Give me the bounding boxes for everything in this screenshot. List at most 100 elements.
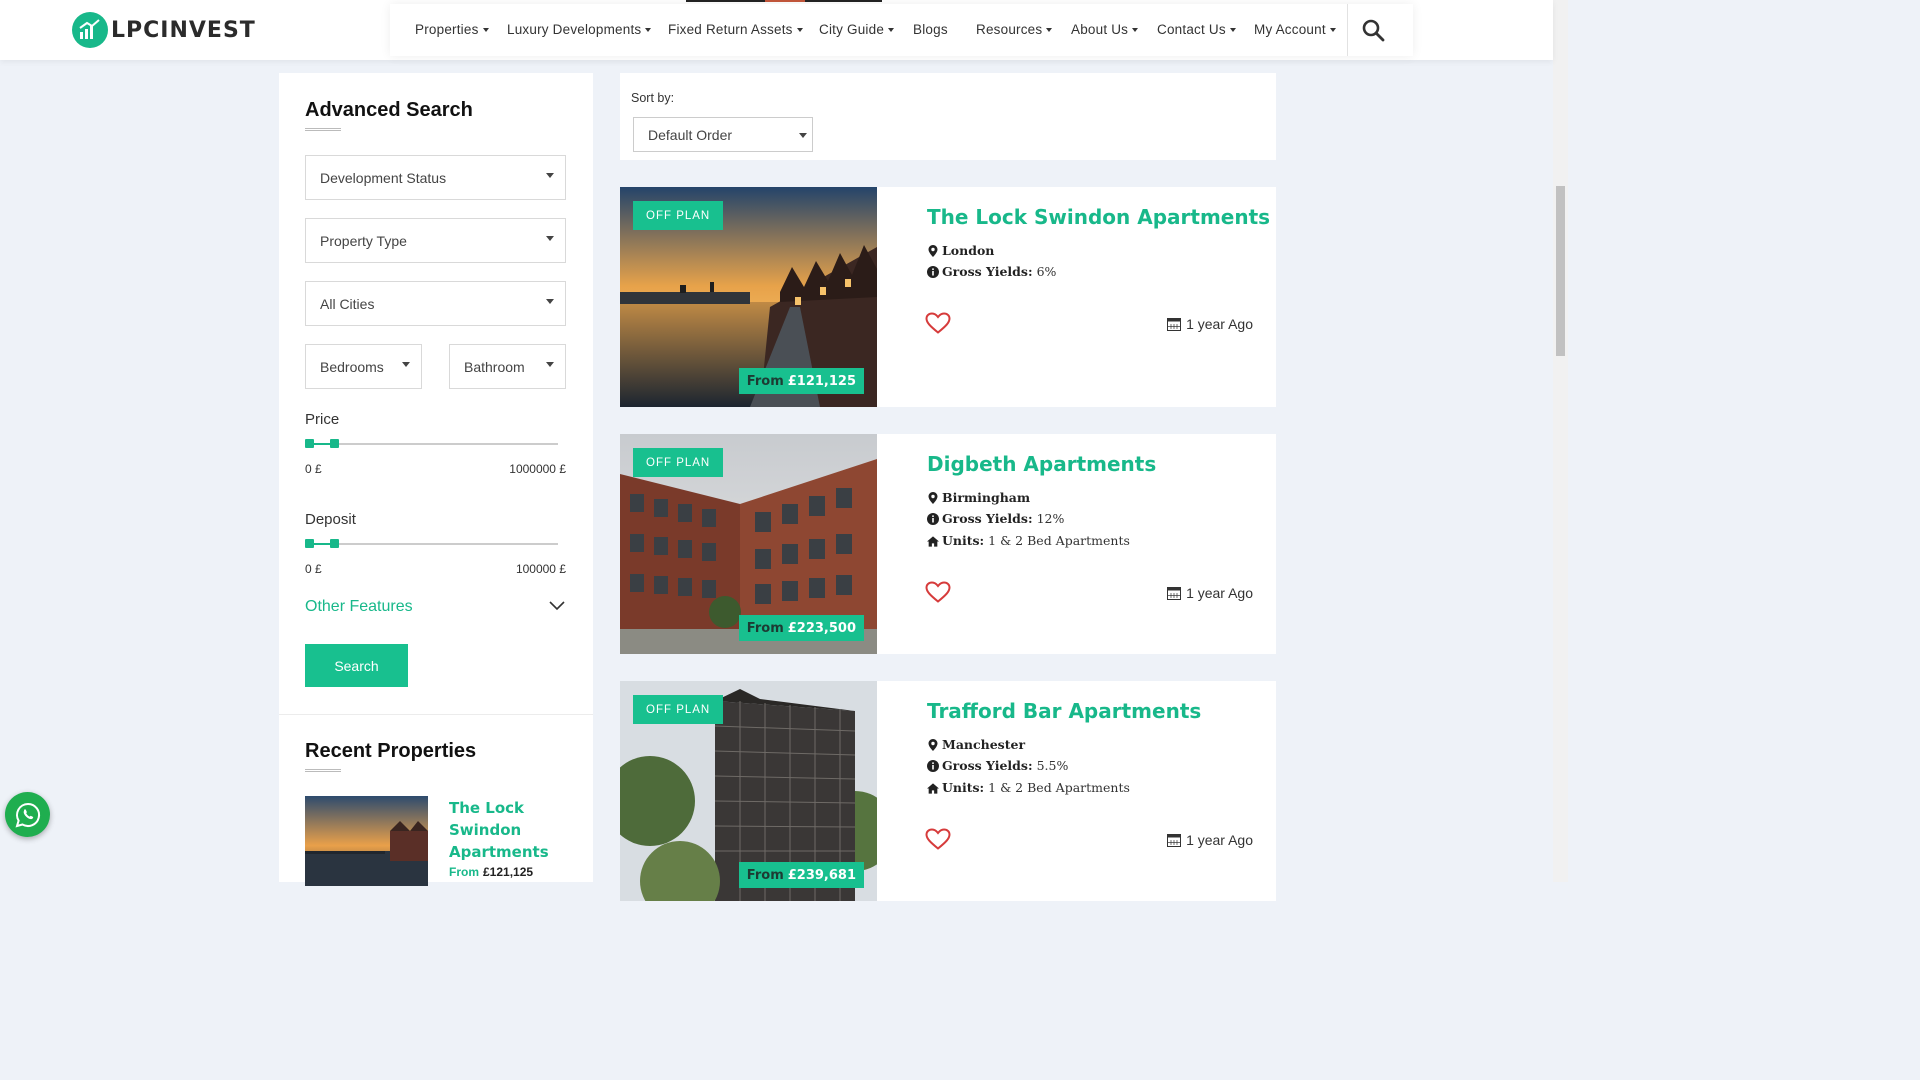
caret-down-icon — [796, 28, 803, 33]
property-yields: Gross Yields: 5.5% — [927, 758, 1068, 773]
sort-select[interactable]: Default Order — [633, 117, 813, 152]
calendar-icon — [1167, 587, 1182, 600]
main-nav: Properties Luxury Developments Fixed Ret… — [390, 0, 1413, 56]
property-title[interactable]: Digbeth Apartments — [927, 452, 1156, 476]
property-location: Birmingham — [927, 490, 1030, 505]
nav-item-properties[interactable]: Properties — [415, 22, 489, 37]
map-pin-icon — [928, 245, 938, 257]
sidebar-divider — [279, 714, 593, 715]
property-image[interactable]: OFF PLAN From £239,681 — [620, 681, 877, 901]
price-from-label: From — [746, 620, 784, 636]
info-icon — [927, 266, 939, 278]
calendar-icon — [1167, 834, 1182, 847]
dropdown-arrow-icon — [799, 133, 807, 138]
property-type-select[interactable]: Property Type — [305, 218, 566, 263]
post-date-text: 1 year Ago — [1186, 585, 1253, 601]
deposit-label: Deposit — [305, 511, 356, 528]
recent-property-name[interactable]: The Lock Swindon Apartments — [449, 797, 559, 863]
other-features-toggle[interactable]: Other Features — [305, 598, 565, 616]
property-image[interactable]: OFF PLAN From £223,500 — [620, 434, 877, 654]
nav-item-my-account[interactable]: My Account — [1254, 22, 1336, 37]
post-date-text: 1 year Ago — [1186, 316, 1253, 332]
caret-down-icon — [1229, 28, 1236, 33]
dropdown-arrow-icon — [546, 236, 554, 241]
property-units: Units: 1 & 2 Bed Apartments — [927, 780, 1130, 795]
bedrooms-value: Bedrooms — [320, 358, 384, 375]
scrollbar-thumb[interactable] — [1556, 186, 1565, 356]
property-yields: Gross Yields: 12% — [927, 511, 1064, 526]
nav-item-contact-us[interactable]: Contact Us — [1157, 22, 1236, 37]
price-from-label: From — [746, 373, 784, 389]
price-label: Price — [305, 411, 340, 428]
deposit-max-handle[interactable] — [330, 539, 339, 548]
price-max-label: 1000000 £ — [509, 462, 566, 476]
nav-accent-line — [765, 0, 805, 2]
heart-icon[interactable] — [925, 581, 951, 603]
logo[interactable]: LPCINVEST — [72, 12, 256, 48]
search-icon[interactable] — [1361, 18, 1385, 47]
other-features-label: Other Features — [305, 598, 413, 615]
price-value: £121,125 — [787, 373, 856, 389]
caret-down-icon — [482, 28, 489, 33]
nav-item-about-us[interactable]: About Us — [1071, 22, 1139, 37]
nav-item-city-guide[interactable]: City Guide — [819, 22, 895, 37]
price-value: £239,681 — [787, 867, 856, 883]
sort-value: Default Order — [648, 126, 733, 143]
property-yields: Gross Yields: 6% — [927, 264, 1056, 279]
caret-down-icon — [1329, 28, 1336, 33]
deposit-min-label: 0 £ — [305, 562, 322, 576]
page-scrollbar[interactable] — [1553, 0, 1568, 882]
bedrooms-select[interactable]: Bedrooms — [305, 344, 422, 389]
logo-text: LPCINVEST — [111, 17, 256, 43]
recent-property-price: From £121,125 — [449, 865, 533, 879]
property-card: OFF PLAN From £239,681 Trafford Bar Apart… — [620, 681, 1276, 901]
calendar-icon — [1167, 318, 1182, 331]
info-icon — [927, 513, 939, 525]
map-pin-icon — [928, 739, 938, 751]
development-status-value: Development Status — [320, 169, 447, 186]
heart-icon[interactable] — [925, 828, 951, 850]
chevron-down-icon — [549, 601, 565, 611]
nav-item-blogs[interactable]: Blogs — [913, 22, 948, 37]
property-image[interactable]: OFF PLAN From £121,125 — [620, 187, 877, 407]
price-from-label: From — [449, 865, 479, 879]
bathroom-select[interactable]: Bathroom — [449, 344, 566, 389]
nav-item-resources[interactable]: Resources — [976, 22, 1053, 37]
price-max-handle[interactable] — [330, 439, 339, 448]
recent-properties-title: Recent Properties — [305, 740, 477, 762]
price-slider[interactable] — [305, 439, 558, 448]
property-title[interactable]: Trafford Bar Apartments — [927, 699, 1201, 723]
site-header: LPCINVEST Properties Luxury Developments… — [0, 0, 1553, 60]
heart-icon[interactable] — [925, 312, 951, 334]
bathroom-value: Bathroom — [464, 358, 525, 375]
price-from-label: From — [746, 867, 784, 883]
development-status-select[interactable]: Development Status — [305, 155, 566, 200]
price-min-handle[interactable] — [305, 439, 314, 448]
deposit-max-label: 100000 £ — [515, 562, 566, 576]
caret-down-icon — [645, 28, 652, 33]
nav-item-fixed-return-assets[interactable]: Fixed Return Assets — [668, 22, 803, 37]
recent-property-thumbnail[interactable] — [305, 796, 428, 886]
caret-down-icon — [888, 28, 895, 33]
cities-select[interactable]: All Cities — [305, 281, 566, 326]
cities-value: All Cities — [320, 295, 375, 312]
price-tag: From £121,125 — [738, 368, 864, 394]
dropdown-arrow-icon — [546, 173, 554, 178]
deposit-slider[interactable] — [305, 539, 558, 548]
info-icon — [927, 760, 939, 772]
home-icon — [927, 536, 939, 547]
price-min-label: 0 £ — [305, 462, 322, 476]
dropdown-arrow-icon — [546, 362, 554, 367]
search-button[interactable]: Search — [305, 644, 408, 687]
price-tag: From £239,681 — [738, 862, 864, 888]
property-card: OFF PLAN From £121,125 The Lock Swindon A… — [620, 187, 1276, 407]
property-location: Manchester — [927, 737, 1025, 752]
post-date: 1 year Ago — [1167, 585, 1253, 601]
price-tag: From £223,500 — [738, 615, 864, 641]
deposit-min-handle[interactable] — [305, 539, 314, 548]
title-underline — [305, 128, 341, 131]
nav-item-luxury-developments[interactable]: Luxury Developments — [507, 22, 652, 37]
property-title[interactable]: The Lock Swindon Apartments — [927, 205, 1270, 229]
whatsapp-button[interactable] — [5, 792, 50, 837]
advanced-search-title: Advanced Search — [305, 99, 473, 121]
